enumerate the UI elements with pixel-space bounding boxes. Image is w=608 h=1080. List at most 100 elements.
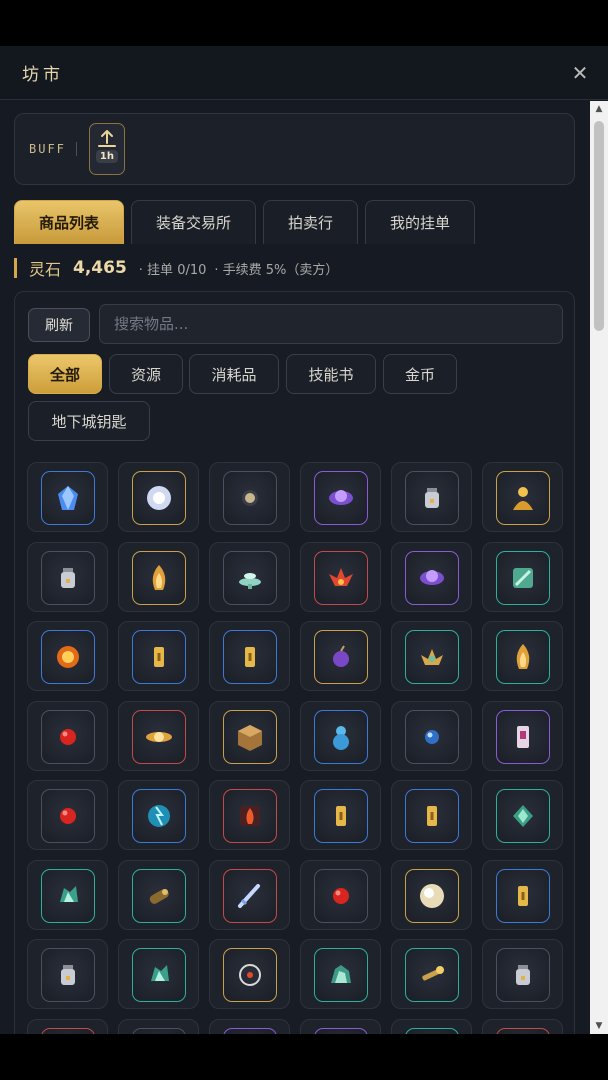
category-skill-books[interactable]: 技能书 (286, 354, 376, 394)
market-panel: 刷新 全部 资源 消耗品 技能书 金币 地下城钥匙 (14, 291, 575, 1034)
category-resources[interactable]: 资源 (109, 354, 183, 394)
potion-jar-icon (516, 965, 530, 985)
potion-jar-icon (61, 567, 75, 588)
item-slot[interactable] (27, 1018, 108, 1034)
item-slot[interactable] (482, 780, 563, 850)
item-frame (314, 550, 368, 605)
item-frame (405, 709, 459, 764)
item-slot[interactable] (391, 780, 472, 850)
item-slot[interactable] (27, 939, 108, 1009)
item-slot[interactable] (482, 462, 563, 532)
jade-crystal-icon (60, 885, 78, 902)
buff-chip[interactable]: 1h (88, 123, 125, 175)
item-slot[interactable] (391, 1018, 472, 1034)
item-slot[interactable] (27, 859, 108, 930)
item-slot[interactable] (300, 859, 381, 930)
item-frame (405, 630, 459, 684)
item-slot[interactable] (300, 939, 381, 1009)
item-slot[interactable] (300, 1018, 381, 1034)
golden-gyro-icon (146, 731, 172, 742)
item-frame (405, 948, 459, 1002)
scroll-down-arrow[interactable]: ▼ (590, 1018, 608, 1034)
item-slot[interactable] (209, 700, 290, 771)
gold-token-icon (336, 806, 346, 826)
purple-bomb-icon (333, 645, 349, 667)
item-slot[interactable] (391, 700, 472, 771)
item-slot[interactable] (27, 621, 108, 691)
item-slot[interactable] (209, 1018, 290, 1034)
item-slot[interactable] (27, 541, 108, 612)
item-slot[interactable] (118, 541, 199, 612)
tab-auction-house[interactable]: 拍卖行 (263, 200, 359, 244)
category-consumables[interactable]: 消耗品 (189, 354, 279, 394)
refresh-button[interactable]: 刷新 (28, 308, 90, 342)
buff-divider (75, 142, 77, 156)
item-frame (314, 709, 368, 764)
fire-scroll-icon (240, 806, 260, 826)
buff-duration: 1h (95, 150, 118, 163)
category-dungeon-keys[interactable]: 地下城钥匙 (28, 401, 150, 441)
item-slot[interactable] (209, 939, 290, 1009)
close-icon[interactable]: ✕ (570, 61, 590, 85)
item-slot[interactable] (391, 541, 472, 612)
item-slot[interactable] (391, 462, 472, 532)
item-slot[interactable] (391, 621, 472, 691)
item-slot[interactable] (391, 859, 472, 930)
tab-equipment-exchange[interactable]: 装备交易所 (131, 200, 257, 244)
item-slot[interactable] (300, 700, 381, 771)
item-frame (41, 868, 95, 923)
item-slot[interactable] (209, 859, 290, 930)
scrollbar[interactable]: ▲ ▼ (590, 101, 608, 1034)
spirit-log-icon (149, 888, 169, 904)
tab-my-listings[interactable]: 我的挂单 (365, 200, 476, 244)
pearl-orb-icon (420, 883, 444, 908)
compass-icon (239, 964, 261, 986)
search-input[interactable] (99, 304, 563, 344)
item-slot[interactable] (482, 541, 563, 612)
spirit-stone-value: 4,465 (73, 258, 127, 278)
item-slot[interactable] (118, 939, 199, 1009)
item-frame (314, 630, 368, 684)
gold-token-icon (427, 806, 437, 826)
item-slot[interactable] (482, 700, 563, 771)
item-slot[interactable] (391, 939, 472, 1009)
scroll-up-arrow[interactable]: ▲ (590, 101, 608, 117)
red-bead-icon (333, 887, 349, 904)
item-slot[interactable] (27, 462, 108, 532)
screen-top-bar (0, 0, 608, 46)
item-slot[interactable] (482, 939, 563, 1009)
item-frame (223, 709, 277, 764)
item-slot[interactable] (300, 780, 381, 850)
item-slot[interactable] (209, 462, 290, 532)
tab-goods-list[interactable]: 商品列表 (14, 200, 125, 244)
item-slot[interactable] (118, 462, 199, 532)
item-slot[interactable] (482, 1018, 563, 1034)
item-slot[interactable] (118, 621, 199, 691)
item-frame (132, 789, 186, 843)
item-slot[interactable] (482, 859, 563, 930)
item-slot[interactable] (209, 621, 290, 691)
item-slot[interactable] (118, 1018, 199, 1034)
blue-pearl-icon (425, 729, 439, 744)
item-slot[interactable] (27, 780, 108, 850)
item-slot[interactable] (118, 780, 199, 850)
item-frame (314, 868, 368, 923)
item-slot[interactable] (209, 541, 290, 612)
item-slot[interactable] (118, 700, 199, 771)
item-slot[interactable] (118, 859, 199, 930)
fire-orb-icon (57, 646, 79, 668)
golden-key-icon (422, 966, 444, 981)
item-slot[interactable] (209, 780, 290, 850)
window-content: BUFF 1h 商品列表 装备交易所 拍卖行 我的挂单 灵石 4,465 · 挂… (0, 101, 590, 1034)
flying-sword-icon (238, 883, 260, 908)
jade-leaf-icon (513, 805, 533, 827)
item-slot[interactable] (300, 462, 381, 532)
item-slot[interactable] (300, 621, 381, 691)
item-frame (314, 789, 368, 843)
item-slot[interactable] (27, 700, 108, 771)
item-slot[interactable] (300, 541, 381, 612)
category-gold-coins[interactable]: 金币 (383, 354, 457, 394)
category-all[interactable]: 全部 (28, 354, 102, 394)
scroll-thumb[interactable] (594, 121, 604, 331)
item-slot[interactable] (482, 621, 563, 691)
